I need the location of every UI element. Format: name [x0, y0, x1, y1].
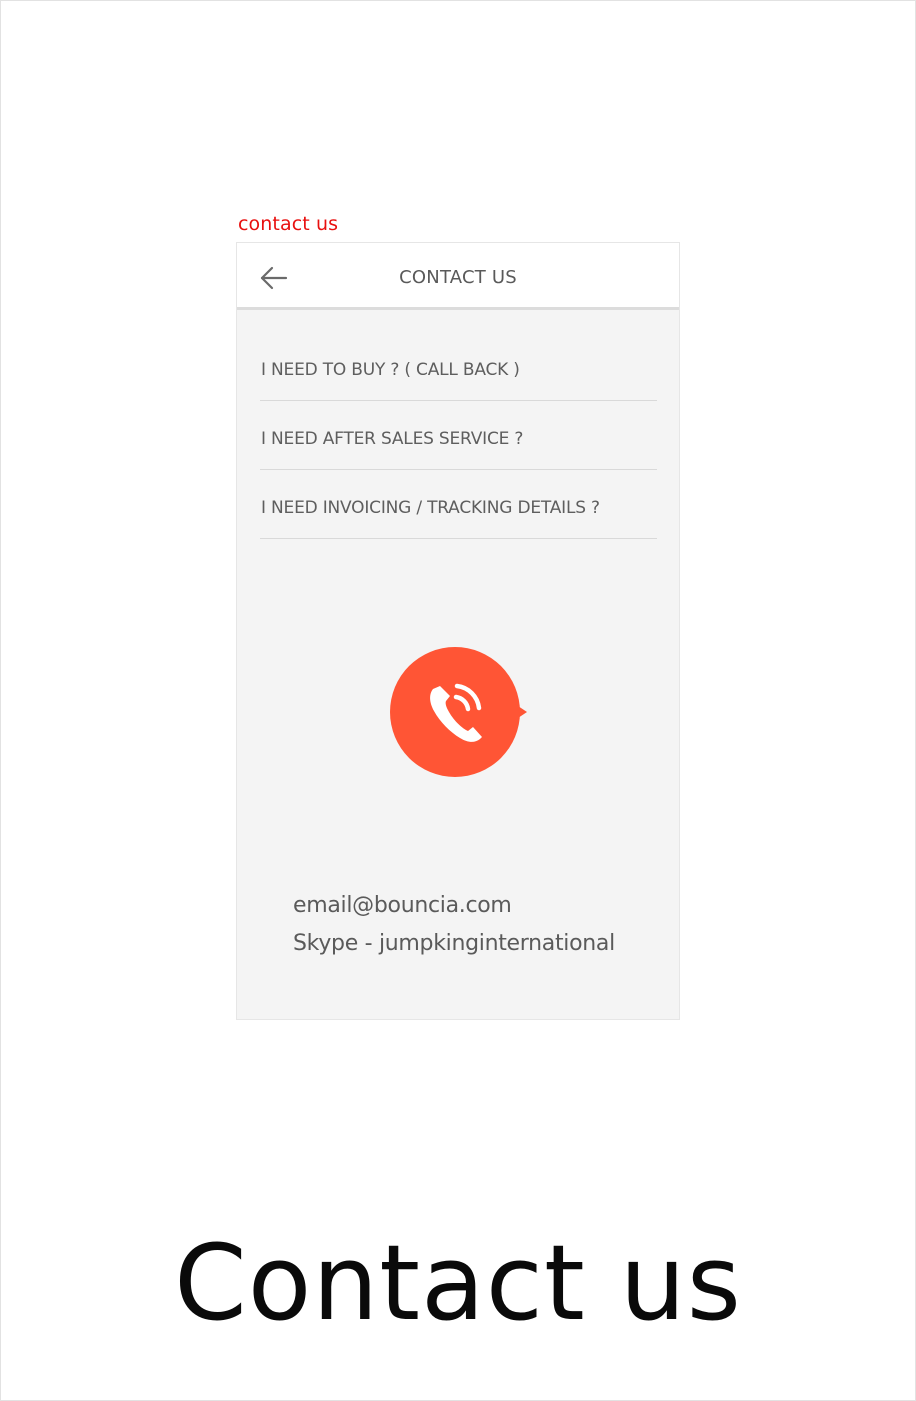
header-title: CONTACT US: [399, 267, 517, 288]
contact-info: email@bouncia.com Skype - jumpkingintern…: [293, 887, 615, 963]
phone-screen: CONTACT US I NEED TO BUY ? ( CALL BACK )…: [236, 242, 680, 1020]
menu-item-label: I NEED INVOICING / TRACKING DETAILS ?: [261, 498, 600, 518]
phone-call-icon: [390, 647, 527, 777]
call-button[interactable]: [389, 646, 529, 778]
email-address[interactable]: email@bouncia.com: [293, 887, 615, 925]
screen-caption: contact us: [238, 213, 339, 235]
contact-options-list: I NEED TO BUY ? ( CALL BACK ) I NEED AFT…: [260, 333, 657, 540]
menu-item-after-sales[interactable]: I NEED AFTER SALES SERVICE ?: [260, 402, 657, 470]
app-header: CONTACT US: [237, 243, 679, 310]
menu-item-call-back[interactable]: I NEED TO BUY ? ( CALL BACK ): [260, 333, 657, 401]
page-title: Contact us: [174, 1222, 742, 1344]
menu-item-label: I NEED TO BUY ? ( CALL BACK ): [261, 360, 520, 380]
skype-handle[interactable]: Skype - jumpkinginternational: [293, 925, 615, 963]
menu-item-label: I NEED AFTER SALES SERVICE ?: [261, 429, 524, 449]
menu-item-invoicing[interactable]: I NEED INVOICING / TRACKING DETAILS ?: [260, 471, 657, 539]
